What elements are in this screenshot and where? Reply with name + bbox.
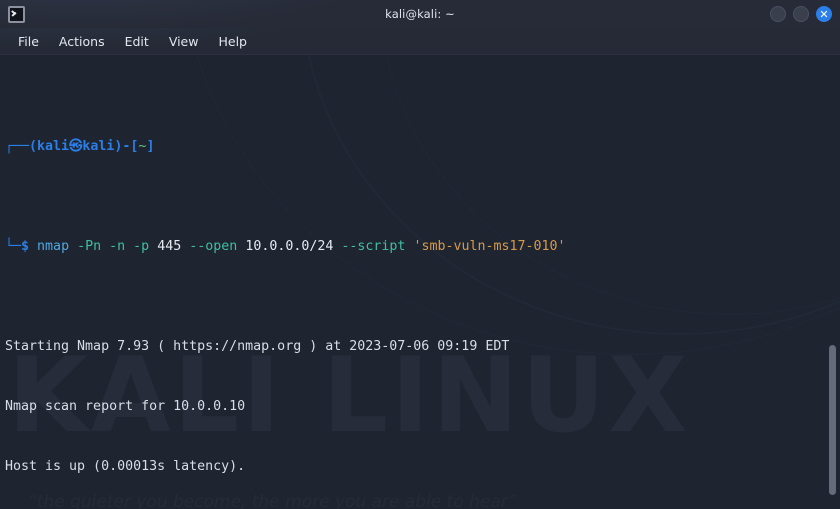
- menu-item-help[interactable]: Help: [210, 31, 255, 52]
- prompt-line-command: └─$ nmap -Pn -n -p 445 --open 10.0.0.0/2…: [5, 237, 840, 257]
- prompt-dollar: $: [21, 239, 30, 254]
- menu-item-file[interactable]: File: [10, 31, 47, 52]
- prompt-corner-top: ┌──(: [5, 139, 38, 154]
- prompt-at-icon: ㉿: [69, 139, 83, 154]
- terminal-icon: [8, 5, 25, 23]
- minimize-button[interactable]: [770, 6, 786, 22]
- command-flag-script: --script: [341, 239, 406, 254]
- prompt-line-top: ┌──(kali㉿kali)-[~]: [5, 137, 840, 157]
- vertical-scrollbar[interactable]: [827, 55, 838, 505]
- prompt-host: kali: [82, 139, 115, 154]
- command-flag-p: -p: [133, 239, 150, 254]
- prompt-user: kali: [37, 139, 70, 154]
- output-line: Nmap scan report for 10.0.0.10: [5, 399, 246, 414]
- menu-item-view[interactable]: View: [161, 31, 207, 52]
- command-program: nmap: [37, 239, 70, 254]
- window-titlebar: kali@kali: ~ ✕: [0, 0, 840, 28]
- window-title: kali@kali: ~: [385, 7, 455, 21]
- prompt-close-paren: )-[: [114, 139, 139, 154]
- terminal-window: kali@kali: ~ ✕ File Actions Edit View He…: [0, 0, 840, 509]
- close-button[interactable]: ✕: [816, 6, 832, 22]
- command-script-value: 'smb-vuln-ms17-010': [413, 239, 566, 254]
- scrollbar-thumb[interactable]: [829, 345, 836, 495]
- menu-bar: File Actions Edit View Help: [0, 28, 840, 55]
- command-flag-pn: -Pn: [77, 239, 102, 254]
- command-port: 445: [157, 239, 182, 254]
- terminal-output-area[interactable]: KALI LINUX “the quieter you become, the …: [0, 55, 840, 509]
- terminal-text: ┌──(kali㉿kali)-[~] └─$ nmap -Pn -n -p 44…: [0, 55, 840, 509]
- command-flag-open: --open: [189, 239, 238, 254]
- maximize-button[interactable]: [793, 6, 809, 22]
- command-target: 10.0.0.0/24: [245, 239, 334, 254]
- window-controls: ✕: [770, 0, 832, 28]
- menu-item-edit[interactable]: Edit: [117, 31, 157, 52]
- prompt-close-bracket: ]: [146, 139, 155, 154]
- output-line: Host is up (0.00013s latency).: [5, 459, 246, 474]
- menu-item-actions[interactable]: Actions: [51, 31, 113, 52]
- command-flag-n: -n: [109, 239, 126, 254]
- prompt-corner-bottom: └─: [5, 239, 22, 254]
- output-line: Starting Nmap 7.93 ( https://nmap.org ) …: [5, 339, 510, 354]
